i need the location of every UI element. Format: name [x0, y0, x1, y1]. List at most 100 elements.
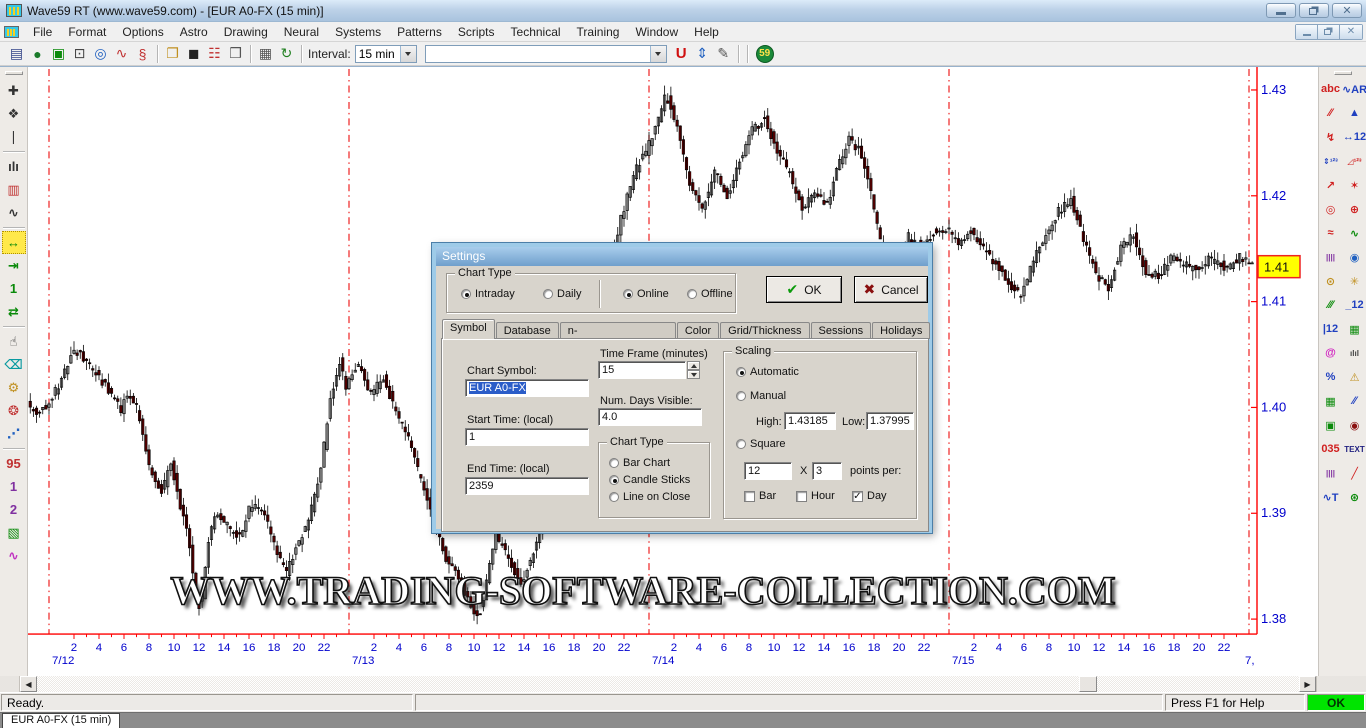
menu-technical[interactable]: Technical [503, 23, 569, 41]
interval-combobox[interactable]: 15 min [355, 45, 417, 63]
mdi-close-button[interactable]: ✕ [1340, 25, 1362, 39]
cancel-button[interactable]: ✖Cancel [854, 276, 928, 303]
dialog-title[interactable]: Settings [436, 247, 928, 266]
mdi-child-icon[interactable] [4, 26, 19, 38]
wave59-logo[interactable]: 59 [756, 45, 774, 63]
horizontal-scrollbar[interactable]: ◀ ▶ [0, 676, 1366, 692]
minimize-button[interactable] [1266, 3, 1296, 18]
text-abc-icon[interactable]: abc [1319, 79, 1343, 99]
menu-systems[interactable]: Systems [327, 23, 389, 41]
compress-icon[interactable]: ⇥ [2, 254, 26, 277]
tab-database[interactable]: Database [496, 322, 559, 339]
updown-icon[interactable]: ⇕ [692, 44, 713, 64]
overlay-icon[interactable]: ▧ [2, 521, 26, 544]
symbol-dropdown-button[interactable] [650, 46, 666, 62]
fan-icon[interactable]: ✶ [1343, 175, 1366, 195]
trend-arrow-icon[interactable]: ↗ [1319, 175, 1343, 195]
radio-automatic[interactable]: Automatic [736, 366, 799, 378]
menu-astro[interactable]: Astro [172, 23, 216, 41]
regression-icon[interactable]: ∿AR [1343, 79, 1366, 99]
scroll-right-button[interactable]: ▶ [1299, 676, 1316, 692]
toolbar-grip[interactable] [5, 71, 23, 75]
mdi-minimize-button[interactable] [1296, 25, 1318, 39]
circle-box-icon[interactable]: ◉ [1343, 415, 1366, 435]
wheel-icon[interactable]: ✳ [1343, 271, 1366, 291]
diag-lines-icon[interactable]: ⁄⁄ [1343, 391, 1366, 411]
menu-window[interactable]: Window [627, 23, 686, 41]
line-chart-icon[interactable]: ∿ [2, 201, 26, 224]
checkbox-bar[interactable]: Bar [744, 490, 776, 502]
high-input[interactable]: 1.43185 [784, 412, 836, 430]
low-input[interactable]: 1.37995 [866, 412, 914, 430]
tab-symbol[interactable]: Symbol [442, 319, 495, 339]
abc035-icon[interactable]: 035 [1319, 439, 1343, 459]
radio-manual[interactable]: Manual [736, 390, 786, 402]
ellipse-cross-icon[interactable]: ⊕ [1343, 199, 1366, 219]
menu-file[interactable]: File [25, 23, 60, 41]
chart-window-tab[interactable]: EUR A0-FX (15 min) [2, 713, 120, 728]
radio-online[interactable]: Online [623, 288, 669, 300]
time-frame-input[interactable]: 15 [598, 361, 686, 379]
converge-icon[interactable]: ⇄ [2, 300, 26, 323]
radio-bar-chart[interactable]: Bar Chart [609, 457, 670, 469]
magnet-icon[interactable]: U [671, 44, 692, 64]
dashline-icon[interactable]: ⋰ [2, 422, 26, 445]
vlines-icon[interactable]: |||| [1319, 463, 1343, 483]
menu-format[interactable]: Format [60, 23, 114, 41]
tools-icon[interactable]: ⚙ [2, 376, 26, 399]
signal-icon[interactable]: ılıl [1343, 343, 1366, 363]
tab-n-day-weekly-monthly[interactable]: n-Day/Weekly/Monthly [560, 322, 676, 339]
open-folder-icon[interactable]: ❐ [162, 44, 183, 64]
car-icon[interactable]: ❂ [2, 399, 26, 422]
angle123-icon[interactable]: ◿¹²³ [1343, 151, 1366, 171]
bars-icon[interactable]: ılı [2, 155, 26, 178]
range123-icon[interactable]: ⇕¹²³ [1319, 151, 1343, 171]
menu-patterns[interactable]: Patterns [389, 23, 450, 41]
menu-scripts[interactable]: Scripts [450, 23, 503, 41]
bar12-icon[interactable]: |12 [1319, 319, 1343, 339]
pitch-lines-icon[interactable]: |||| [1319, 247, 1343, 267]
radio-square[interactable]: Square [736, 438, 785, 450]
neural-icon[interactable]: ∿ [111, 44, 132, 64]
end-time-input[interactable]: 2359 [465, 477, 589, 495]
wave2-icon[interactable]: 2 [2, 498, 26, 521]
start-time-input[interactable]: 1 [465, 428, 589, 446]
zigzag-arrow-icon[interactable]: ↯ [1319, 127, 1343, 147]
menu-neural[interactable]: Neural [276, 23, 327, 41]
print-icon[interactable]: ▦ [255, 44, 276, 64]
spiral2-icon[interactable]: @ [1319, 343, 1343, 363]
ok-button[interactable]: ✔OK [766, 276, 842, 303]
rect-spiral-icon[interactable]: ▣ [1319, 415, 1343, 435]
radio-offline[interactable]: Offline [687, 288, 733, 300]
disk-copy-icon[interactable]: ❒ [225, 44, 246, 64]
zigzag-eq-icon[interactable]: ≈ [1319, 223, 1343, 243]
data-manager-icon[interactable]: ☷ [204, 44, 225, 64]
restore-button[interactable] [1299, 3, 1329, 18]
percent-icon[interactable]: % [1319, 367, 1343, 387]
menu-options[interactable]: Options [114, 23, 171, 41]
checkbox-hour[interactable]: Hour [796, 490, 835, 502]
radio-intraday[interactable]: Intraday [461, 288, 515, 300]
square-height-input[interactable]: 3 [812, 462, 842, 480]
vline-icon[interactable]: ❘ [2, 125, 26, 148]
interval-dropdown-button[interactable] [400, 46, 416, 62]
scrollbar-thumb[interactable] [1079, 676, 1097, 692]
close-button[interactable]: ✕ [1332, 3, 1362, 18]
globe-icon[interactable]: ● [27, 44, 48, 64]
nine-five-icon[interactable]: 95 [2, 452, 26, 475]
measure12-icon[interactable]: _12 [1343, 295, 1366, 315]
mdi-restore-button[interactable] [1318, 25, 1340, 39]
astro-icon[interactable]: ◎ [90, 44, 111, 64]
delete-icon[interactable]: ⌫ [2, 353, 26, 376]
checkbox-day[interactable]: ✓Day [852, 490, 887, 502]
pan-icon[interactable]: ❖ [2, 102, 26, 125]
wave1-icon[interactable]: 1 [2, 475, 26, 498]
alert-icon[interactable]: ⚠ [1343, 367, 1366, 387]
radio-candle-sticks[interactable]: Candle Sticks [609, 474, 690, 486]
spiral-circle-icon[interactable]: ◎ [1319, 199, 1343, 219]
script-icon[interactable]: § [132, 44, 153, 64]
new-chart-icon[interactable]: ▤ [6, 44, 27, 64]
toolbar-grip[interactable] [1334, 71, 1352, 75]
tab-sessions[interactable]: Sessions [811, 322, 872, 339]
zoom-x-icon[interactable]: ↔ [2, 231, 26, 254]
